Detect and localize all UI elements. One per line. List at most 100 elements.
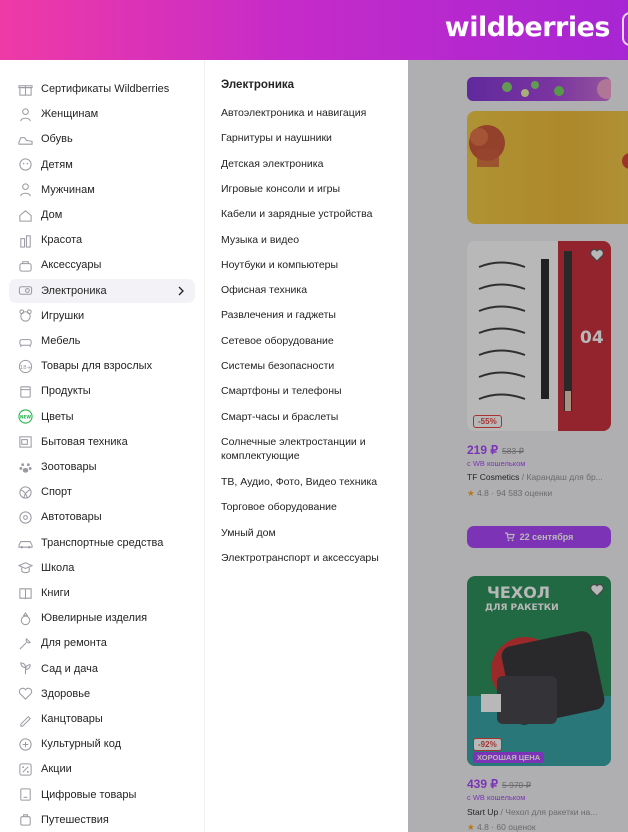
- sidebar-item-label: Аксессуары: [41, 259, 102, 272]
- sidebar-item-18[interactable]: Автотовары: [9, 505, 195, 529]
- subcategory-link[interactable]: ТВ, Аудио, Фото, Видео техника: [221, 475, 401, 489]
- sidebar-item-14[interactable]: NEW Цветы: [9, 405, 195, 429]
- subcategory-link[interactable]: Музыка и видео: [221, 233, 401, 247]
- sidebar-item-label: Мужчинам: [41, 183, 95, 196]
- sidebar-item-label: Книги: [41, 587, 70, 599]
- svg-text:NEW: NEW: [19, 414, 30, 419]
- subcategory-link[interactable]: Развлечения и гаджеты: [221, 308, 401, 322]
- sidebar-item-20[interactable]: Школа: [9, 556, 195, 580]
- subcategory-link[interactable]: Системы безопасности: [221, 359, 401, 373]
- food-icon: [17, 383, 33, 399]
- sidebar-item-label: Путешествия: [41, 813, 109, 826]
- sidebar-item-label: Электроника: [41, 284, 107, 297]
- sidebar-item-11[interactable]: Мебель: [9, 329, 195, 353]
- sidebar-item-28[interactable]: Акции: [9, 757, 195, 781]
- sidebar-item-label: Акции: [41, 763, 72, 776]
- sidebar-item-17[interactable]: Спорт: [9, 480, 195, 504]
- subcategory-link[interactable]: Игровые консоли и игры: [221, 182, 401, 196]
- sidebar-item-23[interactable]: Для ремонта: [9, 631, 195, 655]
- book-icon: [17, 585, 33, 601]
- sidebar-item-label: Здоровье: [41, 687, 91, 700]
- subcategory-link[interactable]: Солнечные электростанции и комплектующие: [221, 435, 401, 463]
- sidebar-item-label: Продукты: [41, 385, 91, 398]
- subcategory-link[interactable]: Автоэлектроника и навигация: [221, 106, 401, 120]
- header: wildberries: [0, 0, 628, 60]
- sidebar-item-9[interactable]: Электроника: [9, 278, 195, 303]
- subcategory-link[interactable]: Смартфоны и телефоны: [221, 384, 401, 398]
- sidebar-item-label: Женщинам: [41, 108, 99, 121]
- sidebar-item-label: Обувь: [41, 133, 73, 146]
- sidebar-item-label: Зоотовары: [41, 461, 97, 473]
- sidebar-item-label: Дом: [41, 209, 63, 221]
- subcategory-link[interactable]: Смарт-часы и браслеты: [221, 410, 401, 424]
- sidebar-item-19[interactable]: Транспортные средства: [9, 531, 195, 555]
- school-icon: [17, 560, 33, 576]
- subcategory-link[interactable]: Электротранспорт и аксессуары: [221, 551, 401, 565]
- adult-18-icon: 18+: [17, 358, 33, 374]
- sidebar-item-21[interactable]: Книги: [9, 581, 195, 605]
- culture-icon: [17, 736, 33, 752]
- sidebar-item-13[interactable]: Продукты: [9, 379, 195, 403]
- furniture-icon: [17, 333, 33, 349]
- sidebar-item-label: Сертификаты Wildberries: [41, 83, 170, 95]
- sidebar-item-30[interactable]: Путешествия: [9, 808, 195, 832]
- sidebar-item-16[interactable]: Зоотовары: [9, 455, 195, 479]
- sidebar-item-8[interactable]: Аксессуары: [9, 253, 195, 277]
- sidebar-item-1[interactable]: Сертификаты Wildberries: [9, 77, 195, 101]
- electronics-icon: [17, 283, 33, 299]
- baby-icon: [17, 157, 33, 173]
- subcategory-link[interactable]: Гарнитуры и наушники: [221, 131, 401, 145]
- sidebar-item-25[interactable]: Здоровье: [9, 682, 195, 706]
- sidebar-item-5[interactable]: Мужчинам: [9, 178, 195, 202]
- paw-icon: [17, 459, 33, 475]
- svg-text:18+: 18+: [19, 365, 31, 371]
- subcategory-link[interactable]: Торговое оборудование: [221, 500, 401, 514]
- travel-icon: [17, 812, 33, 828]
- sidebar-item-26[interactable]: Канцтовары: [9, 707, 195, 731]
- subcategory-title: Электроника: [221, 79, 295, 91]
- percent-icon: [17, 761, 33, 777]
- sidebar-item-label: Детям: [41, 158, 73, 171]
- beauty-icon: [17, 232, 33, 248]
- subcategory-panel: Электроника Автоэлектроника и навигация Г…: [205, 60, 408, 832]
- sidebar-item-label: Товары для взрослых: [41, 360, 153, 373]
- sidebar-item-label: Культурный код: [41, 738, 122, 751]
- sidebar-item-12[interactable]: 18+ Товары для взрослых: [9, 354, 195, 378]
- wildberries-logo[interactable]: wildberries: [445, 12, 611, 43]
- sidebar-item-label: Бытовая техника: [41, 435, 128, 448]
- sidebar-item-label: Транспортные средства: [41, 536, 164, 549]
- sidebar-item-29[interactable]: Цифровые товары: [9, 783, 195, 807]
- subcategory-link[interactable]: Офисная техника: [221, 283, 401, 297]
- category-sidebar: Сертификаты Wildberries Женщинам Обувь Детя…: [0, 60, 205, 832]
- new-badge-icon: NEW: [17, 409, 33, 425]
- subcategory-link[interactable]: Кабели и зарядные устройства: [221, 207, 401, 221]
- subcategory-link[interactable]: Детская электроника: [221, 157, 401, 171]
- sidebar-item-2[interactable]: Женщинам: [9, 102, 195, 126]
- ring-icon: [17, 610, 33, 626]
- garden-icon: [17, 661, 33, 677]
- digital-icon: [17, 787, 33, 803]
- bag-icon: [17, 257, 33, 273]
- sidebar-item-7[interactable]: Красота: [9, 228, 195, 252]
- sidebar-item-label: Для ремонта: [41, 637, 107, 650]
- sidebar-item-3[interactable]: Обувь: [9, 127, 195, 151]
- sidebar-item-4[interactable]: Детям: [9, 153, 195, 177]
- sidebar-item-label: Автотовары: [41, 511, 102, 524]
- sidebar-item-15[interactable]: Бытовая техника: [9, 430, 195, 454]
- menu-overlay-backdrop[interactable]: [408, 60, 628, 832]
- sidebar-item-label: Спорт: [41, 486, 72, 499]
- sidebar-item-label: Цветы: [41, 410, 74, 423]
- subcategory-link[interactable]: Умный дом: [221, 526, 401, 540]
- sidebar-item-24[interactable]: Сад и дача: [9, 657, 195, 681]
- sidebar-item-label: Канцтовары: [41, 713, 103, 725]
- subcategory-link[interactable]: Сетевое оборудование: [221, 334, 401, 348]
- sidebar-item-label: Школа: [41, 561, 75, 574]
- header-button[interactable]: [622, 12, 628, 46]
- ball-icon: [17, 484, 33, 500]
- sidebar-item-6[interactable]: Дом: [9, 203, 195, 227]
- sidebar-item-10[interactable]: Игрушки: [9, 304, 195, 328]
- subcategory-link[interactable]: Ноутбуки и компьютеры: [221, 258, 401, 272]
- sidebar-item-27[interactable]: Культурный код: [9, 732, 195, 756]
- sidebar-item-22[interactable]: Ювелирные изделия: [9, 606, 195, 630]
- appliance-icon: [17, 434, 33, 450]
